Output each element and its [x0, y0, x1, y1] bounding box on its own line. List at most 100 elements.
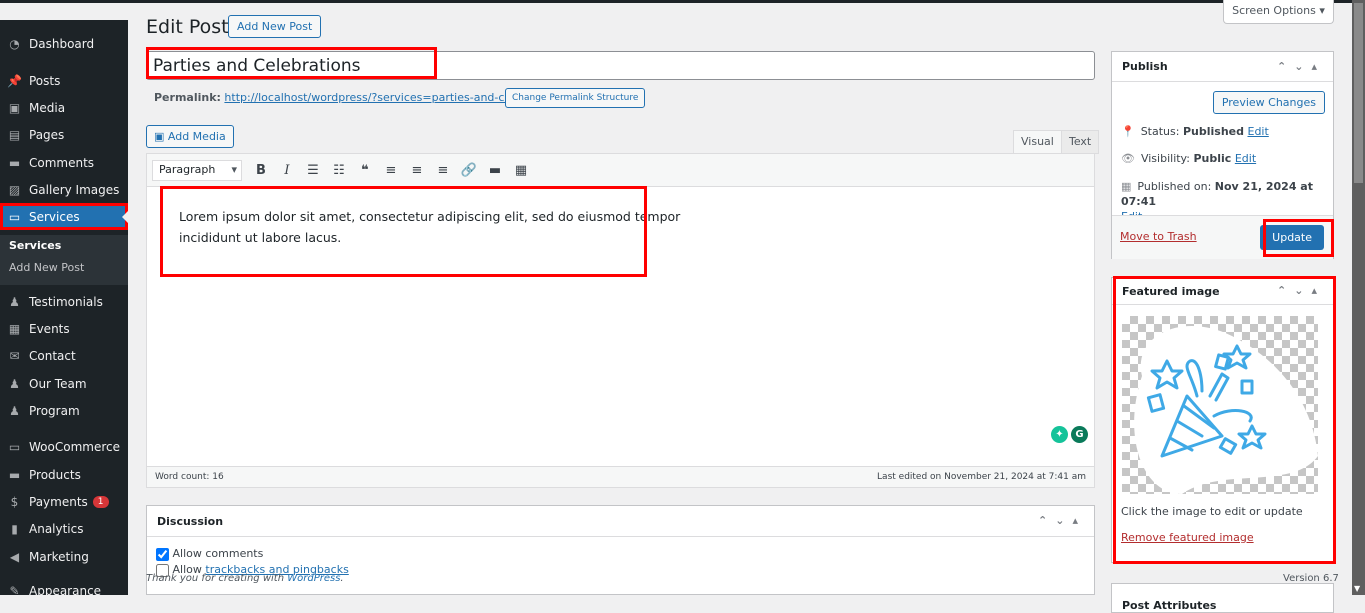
- sidebar-item-media[interactable]: ▣ Media: [0, 94, 128, 121]
- sidebar-item-program[interactable]: ♟ Program: [0, 397, 128, 424]
- sidebar-item-gallery-images[interactable]: ▨ Gallery Images: [0, 176, 128, 203]
- word-count: Word count: 16: [155, 472, 224, 482]
- last-edited: Last edited on November 21, 2024 at 7:41…: [877, 472, 1086, 482]
- highlight-title: [146, 47, 437, 79]
- sidebar-item-testimonials[interactable]: ♟ Testimonials: [0, 288, 128, 315]
- editor-status-bar: Word count: 16 Last edited on November 2…: [147, 466, 1094, 487]
- footer-text: Thank you for creating with: [146, 573, 285, 584]
- sidebar-item-appearance[interactable]: ✎ Appearance: [0, 577, 128, 604]
- footer-thanks: Thank you for creating with WordPress.: [146, 573, 344, 584]
- sidebar-item-comments[interactable]: ▬ Comments: [0, 149, 128, 176]
- admin-bar: [0, 0, 1352, 3]
- allow-comments-checkbox[interactable]: [156, 547, 169, 561]
- read-more-icon[interactable]: ▬: [482, 163, 508, 178]
- person-icon: ♟: [9, 294, 20, 309]
- add-media-label: Add Media: [167, 130, 226, 143]
- sidebar-item-label: Payments: [29, 494, 88, 509]
- visibility-row: 👁 Visibility: Public Edit: [1121, 152, 1257, 165]
- add-new-post-button[interactable]: Add New Post: [228, 15, 322, 38]
- tab-text[interactable]: Text: [1061, 130, 1100, 154]
- edit-status-link[interactable]: Edit: [1248, 125, 1269, 138]
- sidebar-item-label: Comments: [29, 155, 95, 170]
- sidebar-item-label: WooCommerce: [29, 439, 120, 454]
- discussion-title: Discussion: [157, 514, 224, 528]
- bullet-list-icon[interactable]: ☰: [300, 163, 326, 178]
- blockquote-icon[interactable]: ❝: [352, 163, 378, 178]
- sidebar-item-services[interactable]: ▭ Services: [0, 203, 128, 230]
- calendar-icon: ▦: [1121, 180, 1132, 193]
- bar-chart-icon: ▮: [11, 521, 18, 536]
- box-controls-icon[interactable]: ⌃⌄▴: [1277, 60, 1325, 73]
- box-controls-icon[interactable]: ⌃⌄▴: [1038, 514, 1086, 527]
- edit-visibility-link[interactable]: Edit: [1235, 152, 1256, 165]
- allow-comments-label: Allow comments: [172, 547, 264, 560]
- pin-icon: 📍: [1121, 125, 1135, 138]
- submenu-add-new-post[interactable]: Add New Post: [0, 257, 128, 279]
- sidebar-item-analytics[interactable]: ▮ Analytics: [0, 515, 128, 542]
- sidebar-item-payments[interactable]: $ Payments 1: [0, 488, 128, 515]
- page-title: Edit Post: [146, 16, 229, 38]
- sidebar-item-woocommerce[interactable]: ▭ WooCommerce: [0, 433, 128, 460]
- person-icon: ♟: [9, 403, 20, 418]
- sidebar-item-label: Gallery Images: [29, 182, 120, 197]
- folder-icon: ▭: [8, 209, 21, 224]
- sidebar-item-dashboard[interactable]: ◔ Dashboard: [0, 30, 128, 57]
- dashboard-icon: ◔: [9, 36, 20, 51]
- sidebar-item-label: Program: [29, 403, 80, 418]
- add-media-button[interactable]: ▣ Add Media: [146, 125, 234, 148]
- archive-icon: ▬: [8, 467, 21, 482]
- sidebar-item-label: Events: [29, 321, 70, 336]
- scroll-down-icon[interactable]: ▼: [1354, 584, 1360, 593]
- sidebar-item-events[interactable]: ▦ Events: [0, 315, 128, 342]
- bold-icon[interactable]: B: [248, 163, 274, 178]
- italic-icon[interactable]: I: [274, 163, 300, 178]
- preview-changes-button[interactable]: Preview Changes: [1212, 91, 1325, 114]
- grammarly-widget[interactable]: ✦ G: [1051, 426, 1088, 443]
- calendar-icon: ▦: [8, 321, 21, 336]
- link-icon[interactable]: 🔗: [456, 163, 482, 178]
- submenu-services[interactable]: Services: [0, 235, 128, 257]
- sidebar-item-pages[interactable]: ▤ Pages: [0, 121, 128, 148]
- sidebar-item-label: Appearance: [29, 583, 102, 598]
- pages-icon: ▤: [8, 127, 21, 142]
- pin-icon: 📌: [7, 73, 22, 88]
- sidebar-item-contact[interactable]: ✉ Contact: [0, 342, 128, 369]
- align-center-icon[interactable]: ≡: [404, 163, 430, 178]
- allow-comments-row[interactable]: Allow comments: [156, 547, 263, 561]
- comment-icon: ▬: [8, 155, 21, 170]
- align-right-icon[interactable]: ≡: [430, 163, 456, 178]
- tab-visual[interactable]: Visual: [1013, 130, 1062, 154]
- admin-sidebar: Services Add New Post ◔ Dashboard 📌 Posts ▣ M…: [0, 20, 128, 598]
- toolbar-toggle-icon[interactable]: ▦: [508, 163, 534, 178]
- change-permalink-button[interactable]: Change Permalink Structure: [505, 88, 646, 108]
- megaphone-icon: ◀: [9, 549, 20, 564]
- gallery-icon: ▨: [8, 182, 21, 197]
- grammarly-icon[interactable]: G: [1071, 426, 1088, 443]
- sidebar-item-our-team[interactable]: ♟ Our Team: [0, 370, 128, 397]
- sidebar-item-label: Services: [29, 209, 80, 224]
- sidebar-item-label: Our Team: [29, 376, 87, 391]
- screen-options-button[interactable]: Screen Options ▾: [1223, 0, 1334, 24]
- sidebar-item-label: Analytics: [29, 521, 84, 536]
- sidebar-item-label: Products: [29, 467, 81, 482]
- sidebar-item-label: Marketing: [29, 549, 89, 564]
- bulb-icon[interactable]: ✦: [1051, 426, 1068, 443]
- align-left-icon[interactable]: ≡: [378, 163, 404, 178]
- page-scrollbar[interactable]: ▼: [1352, 0, 1365, 595]
- sidebar-item-products[interactable]: ▬ Products: [0, 461, 128, 488]
- status-value: Published: [1182, 125, 1244, 138]
- status-row: 📍 Status: Published Edit: [1121, 125, 1269, 138]
- sidebar-item-marketing[interactable]: ◀ Marketing: [0, 543, 128, 570]
- numbered-list-icon[interactable]: ☷: [326, 163, 352, 178]
- sidebar-item-posts[interactable]: 📌 Posts: [0, 67, 128, 94]
- move-to-trash-link[interactable]: Move to Trash: [1120, 230, 1197, 243]
- scrollbar-thumb[interactable]: [1354, 3, 1363, 183]
- brush-icon: ✎: [9, 583, 20, 598]
- format-select[interactable]: Paragraph: [152, 159, 242, 181]
- sidebar-item-label: Posts: [29, 73, 61, 88]
- editor-toolbar: Paragraph B I ☰ ☷ ❝ ≡ ≡ ≡ 🔗 ▬ ▦: [147, 154, 1094, 187]
- wordpress-link[interactable]: WordPress: [287, 573, 340, 584]
- envelope-icon: ✉: [9, 348, 20, 363]
- notification-badge: 1: [92, 495, 109, 508]
- sidebar-item-label: Dashboard: [29, 36, 95, 51]
